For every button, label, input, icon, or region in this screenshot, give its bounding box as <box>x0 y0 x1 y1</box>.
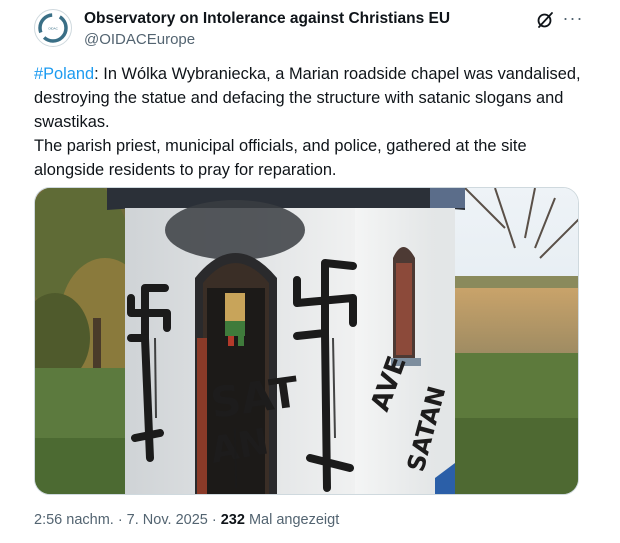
tweet-card[interactable]: OIDAC Observatory on Intolerance against… <box>0 0 620 543</box>
author-avatar[interactable]: OIDAC <box>34 9 72 47</box>
tweet-meta: 2:56 nachm. · 7. Nov. 2025 · 232 Mal ang… <box>34 512 339 528</box>
hashtag-link[interactable]: #Poland <box>34 65 94 83</box>
tweet-text-line1: : In Wólka Wybraniecka, a Marian roadsid… <box>34 65 581 131</box>
chapel-photo: SAT AN AVE SATAN <box>35 188 578 494</box>
tweet-text-line2: The parish priest, municipal officials, … <box>34 137 527 179</box>
timestamp-link[interactable]: 2:56 nachm. · 7. Nov. 2025 · <box>34 512 221 528</box>
author-handle[interactable]: @OIDACEurope <box>84 31 195 48</box>
views-label: Mal angezeigt <box>244 512 340 528</box>
tweet-image[interactable]: SAT AN AVE SATAN <box>34 187 579 495</box>
grok-icon[interactable] <box>535 10 555 30</box>
oidac-logo-icon: OIDAC <box>38 13 68 43</box>
view-count: 232 <box>220 512 245 528</box>
more-icon[interactable]: ··· <box>561 8 585 28</box>
svg-text:OIDAC: OIDAC <box>48 26 58 30</box>
author-name[interactable]: Observatory on Intolerance against Chris… <box>84 10 450 28</box>
tweet-text: #Poland: In Wólka Wybraniecka, a Marian … <box>34 62 582 182</box>
